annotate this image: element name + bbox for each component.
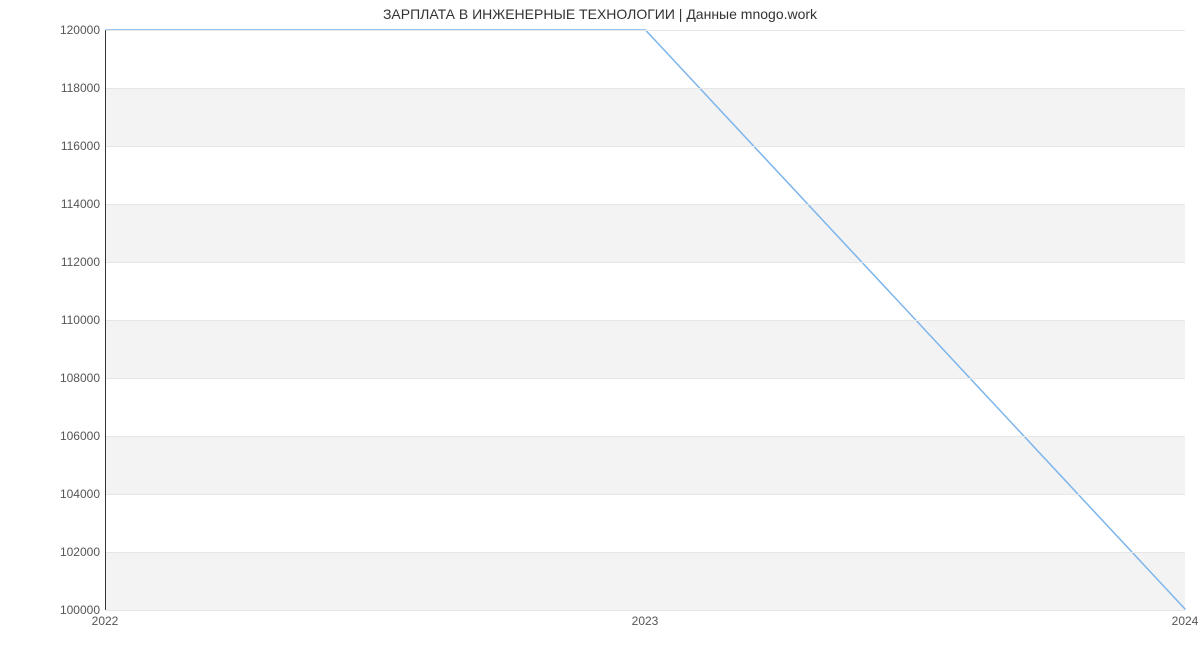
gridline [106,494,1185,495]
chart-title: ЗАРПЛАТА В ИНЖЕНЕРНЫЕ ТЕХНОЛОГИИ | Данны… [0,6,1200,22]
y-tick-label: 110000 [55,313,100,327]
y-tick-label: 118000 [55,81,100,95]
gridline [106,262,1185,263]
x-tick-label: 2023 [632,614,659,628]
plot-area [105,30,1185,610]
y-tick-label: 102000 [55,545,100,559]
y-tick-label: 104000 [55,487,100,501]
gridline [106,320,1185,321]
gridline [106,30,1185,31]
x-tick-label: 2024 [1172,614,1199,628]
y-tick-label: 108000 [55,371,100,385]
chart-container: ЗАРПЛАТА В ИНЖЕНЕРНЫЕ ТЕХНОЛОГИИ | Данны… [0,0,1200,650]
x-tick-label: 2022 [92,614,119,628]
gridline [106,88,1185,89]
gridline [106,610,1185,611]
gridline [106,146,1185,147]
y-tick-label: 114000 [55,197,100,211]
gridline [106,378,1185,379]
gridline [106,204,1185,205]
gridline [106,552,1185,553]
y-tick-label: 120000 [55,23,100,37]
y-tick-label: 106000 [55,429,100,443]
y-tick-label: 116000 [55,139,100,153]
gridline [106,436,1185,437]
y-tick-label: 112000 [55,255,100,269]
